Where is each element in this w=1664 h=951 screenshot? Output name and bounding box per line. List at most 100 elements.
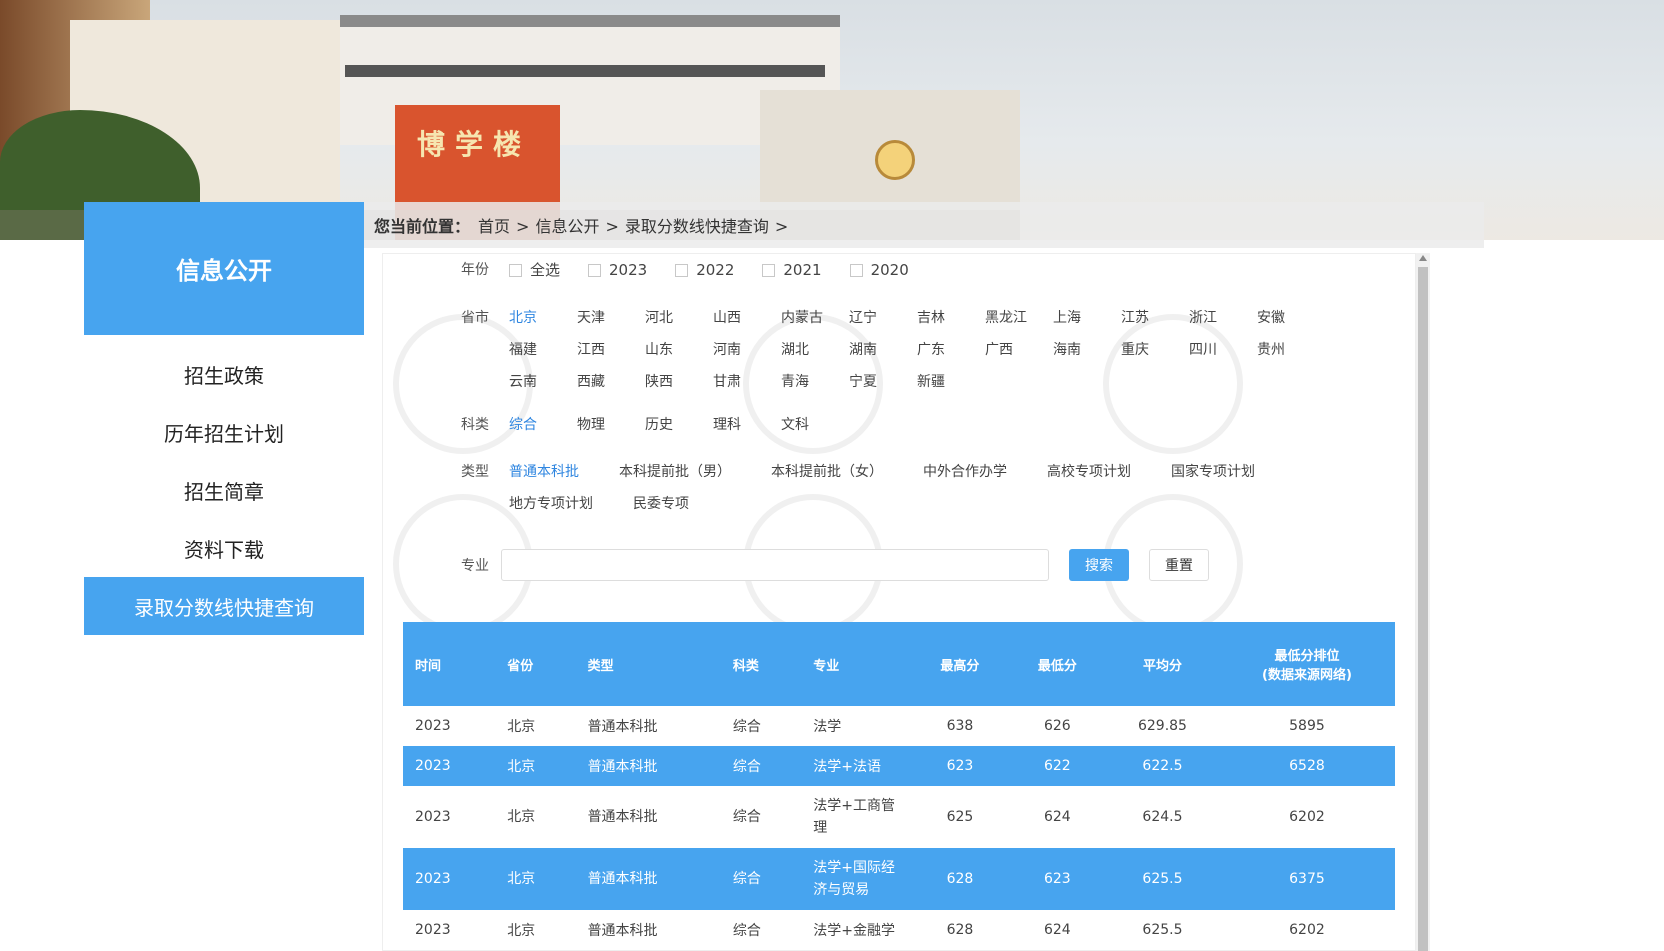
province-option[interactable]: 福建 bbox=[509, 334, 577, 366]
year-option[interactable]: 全选 bbox=[509, 254, 560, 286]
province-option[interactable]: 新疆 bbox=[917, 366, 985, 398]
subject-option[interactable]: 历史 bbox=[645, 409, 713, 441]
sidebar-item[interactable]: 资料下载 bbox=[84, 519, 364, 577]
province-option[interactable]: 吉林 bbox=[917, 302, 985, 334]
province-option[interactable]: 上海 bbox=[1053, 302, 1121, 334]
type-option[interactable]: 高校专项计划 bbox=[1047, 456, 1131, 488]
major-input[interactable] bbox=[501, 549, 1049, 581]
table-body: 2023 北京 普通本科批 综合 法学 638 626 629.85 5895 2023 北京 普通本… bbox=[403, 706, 1395, 950]
table-header-cell: 专业 bbox=[801, 622, 912, 706]
province-option[interactable]: 广东 bbox=[917, 334, 985, 366]
checkbox-icon[interactable] bbox=[588, 263, 602, 277]
table-cell: 综合 bbox=[720, 746, 802, 786]
filter-province: 省市 北京 天津 河北 山西 内蒙古 辽宁 吉林 黑龙江 上海 江苏 浙江 安徽 福建 江西 山东 河南 湖北湖… bbox=[461, 302, 1389, 398]
province-option[interactable]: 四川 bbox=[1189, 334, 1257, 366]
sidebar-item[interactable]: 录取分数线快捷查询 bbox=[84, 577, 364, 635]
type-option[interactable]: 地方专项计划 bbox=[509, 488, 593, 520]
breadcrumb-separator: > bbox=[774, 217, 789, 236]
province-option[interactable]: 青海 bbox=[781, 366, 849, 398]
province-option[interactable]: 甘肃 bbox=[713, 366, 781, 398]
subject-option[interactable]: 文科 bbox=[781, 409, 849, 441]
table-cell: 624.5 bbox=[1142, 809, 1183, 825]
province-option[interactable]: 广西 bbox=[985, 334, 1053, 366]
table-cell: 北京 bbox=[507, 719, 536, 735]
province-option[interactable]: 辽宁 bbox=[849, 302, 917, 334]
table-cell: 综合 bbox=[720, 848, 802, 910]
year-option[interactable]: 2022 bbox=[675, 254, 734, 286]
table-cell: 628 bbox=[946, 922, 974, 938]
breadcrumb-label: 您当前位置： bbox=[374, 217, 471, 236]
table-row[interactable]: 2023 北京 普通本科批 综合 法学 638 626 629.85 5895 bbox=[403, 706, 1395, 746]
table-cell: 普通本科批 bbox=[575, 848, 721, 910]
table-row[interactable]: 2023 北京 普通本科批 综合 法学+工商管理 625 624 624.5 6202 bbox=[403, 786, 1395, 848]
province-option[interactable]: 湖南 bbox=[849, 334, 917, 366]
year-option[interactable]: 2023 bbox=[588, 254, 647, 286]
breadcrumb-link[interactable]: 首页 bbox=[478, 217, 510, 236]
table-cell: 626 bbox=[1043, 718, 1071, 734]
province-option[interactable]: 河南 bbox=[713, 334, 781, 366]
table-cell: 623 bbox=[911, 746, 1009, 786]
year-option-label: 全选 bbox=[530, 261, 561, 279]
table-cell: 普通本科批 bbox=[575, 746, 721, 786]
province-option[interactable]: 北京 bbox=[509, 302, 577, 334]
breadcrumb-link[interactable]: 录取分数线快捷查询 bbox=[625, 217, 769, 236]
province-option[interactable]: 浙江 bbox=[1189, 302, 1257, 334]
checkbox-icon[interactable] bbox=[849, 263, 863, 277]
reset-button[interactable]: 重置 bbox=[1149, 549, 1209, 581]
province-option[interactable]: 山西 bbox=[713, 302, 781, 334]
type-option[interactable]: 中外合作办学 bbox=[923, 456, 1007, 488]
type-option[interactable]: 民委专项 bbox=[633, 488, 689, 520]
table-row[interactable]: 2023 北京 普通本科批 综合 法学+金融学 628 624 625.5 6202 bbox=[403, 910, 1395, 950]
breadcrumb-separator: > bbox=[516, 217, 530, 236]
province-option[interactable]: 山东 bbox=[645, 334, 713, 366]
subject-option[interactable]: 综合 bbox=[509, 409, 577, 441]
type-option[interactable]: 本科提前批（男） bbox=[619, 456, 731, 488]
province-option[interactable]: 江西 bbox=[577, 334, 645, 366]
subject-option[interactable]: 理科 bbox=[713, 409, 781, 441]
province-options: 北京 天津 河北 山西 内蒙古 辽宁 吉林 黑龙江 上海 江苏 浙江 安徽福建 江西 山东 河南 湖北 湖南 广东… bbox=[509, 302, 1389, 398]
type-option[interactable]: 普通本科批 bbox=[509, 456, 579, 488]
checkbox-icon[interactable] bbox=[762, 263, 776, 277]
type-option[interactable]: 本科提前批（女） bbox=[771, 456, 883, 488]
sidebar-item[interactable]: 历年招生计划 bbox=[84, 403, 364, 461]
scroll-up-icon[interactable] bbox=[1419, 255, 1427, 261]
type-option[interactable]: 国家专项计划 bbox=[1171, 456, 1255, 488]
breadcrumb-separator: > bbox=[605, 217, 619, 236]
year-option-label: 2023 bbox=[609, 261, 648, 279]
province-option[interactable]: 安徽 bbox=[1257, 302, 1325, 334]
breadcrumb-link[interactable]: 信息公开 bbox=[535, 217, 599, 236]
province-option[interactable]: 宁夏 bbox=[849, 366, 917, 398]
checkbox-icon[interactable] bbox=[675, 263, 689, 277]
checkbox-icon[interactable] bbox=[509, 263, 522, 277]
table-cell: 638 bbox=[946, 718, 974, 734]
province-option[interactable]: 湖北 bbox=[781, 334, 849, 366]
province-option[interactable]: 河北 bbox=[645, 302, 713, 334]
search-button[interactable]: 搜索 bbox=[1069, 549, 1129, 581]
province-option[interactable]: 陕西 bbox=[645, 366, 713, 398]
table-row[interactable]: 2023 北京 普通本科批 综合 法学+法语 623 622 622.5 6528 bbox=[403, 746, 1395, 786]
subject-option[interactable]: 物理 bbox=[577, 409, 645, 441]
table-header-cell: 时间 bbox=[403, 622, 496, 706]
province-option[interactable]: 天津 bbox=[577, 302, 645, 334]
table-cell: 法学+国际经济与贸易 bbox=[801, 848, 912, 910]
type-options: 普通本科批 本科提前批（男） 本科提前批（女） 中外合作办学 高校专项计划 国家专项计划地… bbox=[509, 456, 1389, 520]
scrollbar-thumb[interactable] bbox=[1418, 267, 1428, 951]
province-option[interactable]: 重庆 bbox=[1121, 334, 1189, 366]
province-option[interactable]: 内蒙古 bbox=[781, 302, 849, 334]
province-option[interactable]: 贵州 bbox=[1257, 334, 1325, 366]
year-option[interactable]: 2021 bbox=[762, 254, 822, 286]
sidebar-item[interactable]: 招生简章 bbox=[84, 461, 364, 519]
table-header-cell: 平均分 bbox=[1106, 622, 1219, 706]
main-panel: 年份 全选 2023 2022 2021 2020 省市 北京 天津 河北 山西 内蒙古 辽宁 吉林… bbox=[382, 253, 1416, 951]
table-cell: 北京 bbox=[507, 923, 536, 939]
year-option[interactable]: 2020 bbox=[849, 254, 909, 286]
province-option[interactable]: 海南 bbox=[1053, 334, 1121, 366]
province-option[interactable]: 云南 bbox=[509, 366, 577, 398]
scrollbar[interactable] bbox=[1416, 253, 1430, 951]
province-option[interactable]: 江苏 bbox=[1121, 302, 1189, 334]
table-cell: 5895 bbox=[1289, 718, 1325, 734]
table-row[interactable]: 2023 北京 普通本科批 综合 法学+国际经济与贸易 628 623 625.5 6375 bbox=[403, 848, 1395, 910]
province-option[interactable]: 黑龙江 bbox=[985, 302, 1053, 334]
province-option[interactable]: 西藏 bbox=[577, 366, 645, 398]
sidebar-item[interactable]: 招生政策 bbox=[84, 345, 364, 403]
